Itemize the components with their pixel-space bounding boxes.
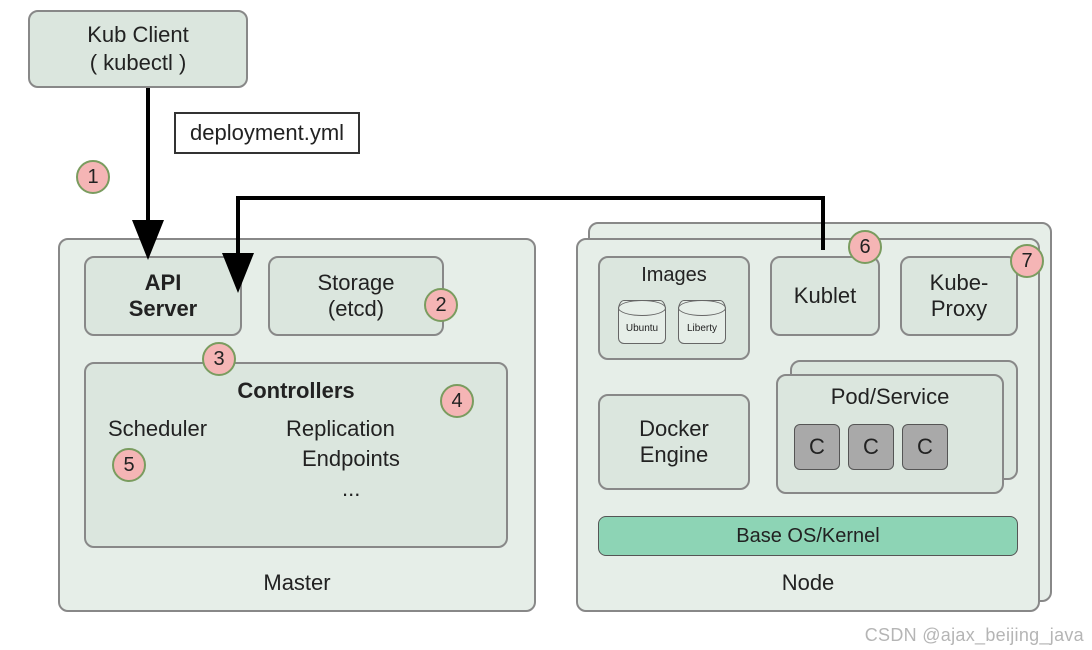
storage-line1: Storage: [317, 270, 394, 296]
docker-line1: Docker: [639, 416, 709, 442]
client-line2: ( kubectl ): [30, 50, 246, 76]
docker-box: Docker Engine: [598, 394, 750, 490]
controllers-more-label: ...: [342, 476, 360, 502]
pod-containers-row: C C C: [790, 424, 952, 470]
badge-7: 7: [1010, 244, 1044, 278]
pod-box: Pod/Service C C C: [776, 374, 1004, 494]
badge-1: 1: [76, 160, 110, 194]
api-server-line1: API: [145, 270, 182, 296]
container-c-1: C: [794, 424, 840, 470]
kubeproxy-line1: Kube-: [930, 270, 989, 296]
client-line1: Kub Client: [30, 22, 246, 48]
images-box: Images Ubuntu Liberty: [598, 256, 750, 360]
badge-4: 4: [440, 384, 474, 418]
scheduler-label: Scheduler: [108, 416, 207, 442]
badge-5: 5: [112, 448, 146, 482]
container-c-2: C: [848, 424, 894, 470]
master-title: Master: [58, 570, 536, 596]
badge-2: 2: [424, 288, 458, 322]
docker-line2: Engine: [640, 442, 709, 468]
image-cylinder-ubuntu: Ubuntu: [618, 300, 666, 344]
watermark: CSDN @ajax_beijing_java: [865, 625, 1084, 646]
replication-label: Replication: [286, 416, 395, 442]
deployment-file-label: deployment.yml: [174, 112, 360, 154]
kubeproxy-line2: Proxy: [931, 296, 987, 322]
storage-line2: (etcd): [328, 296, 384, 322]
badge-3: 3: [202, 342, 236, 376]
kublet-box: Kublet: [770, 256, 880, 336]
image-cylinder-liberty: Liberty: [678, 300, 726, 344]
pod-title: Pod/Service: [778, 384, 1002, 410]
baseos-box: Base OS/Kernel: [598, 516, 1018, 556]
api-server-line2: Server: [129, 296, 198, 322]
container-c-3: C: [902, 424, 948, 470]
node-title: Node: [576, 570, 1040, 596]
client-box: Kub Client ( kubectl ): [28, 10, 248, 88]
kubeproxy-box: Kube- Proxy: [900, 256, 1018, 336]
api-server-box: API Server: [84, 256, 242, 336]
storage-box: Storage (etcd): [268, 256, 444, 336]
badge-6: 6: [848, 230, 882, 264]
endpoints-label: Endpoints: [302, 446, 400, 472]
images-title: Images: [600, 264, 748, 287]
